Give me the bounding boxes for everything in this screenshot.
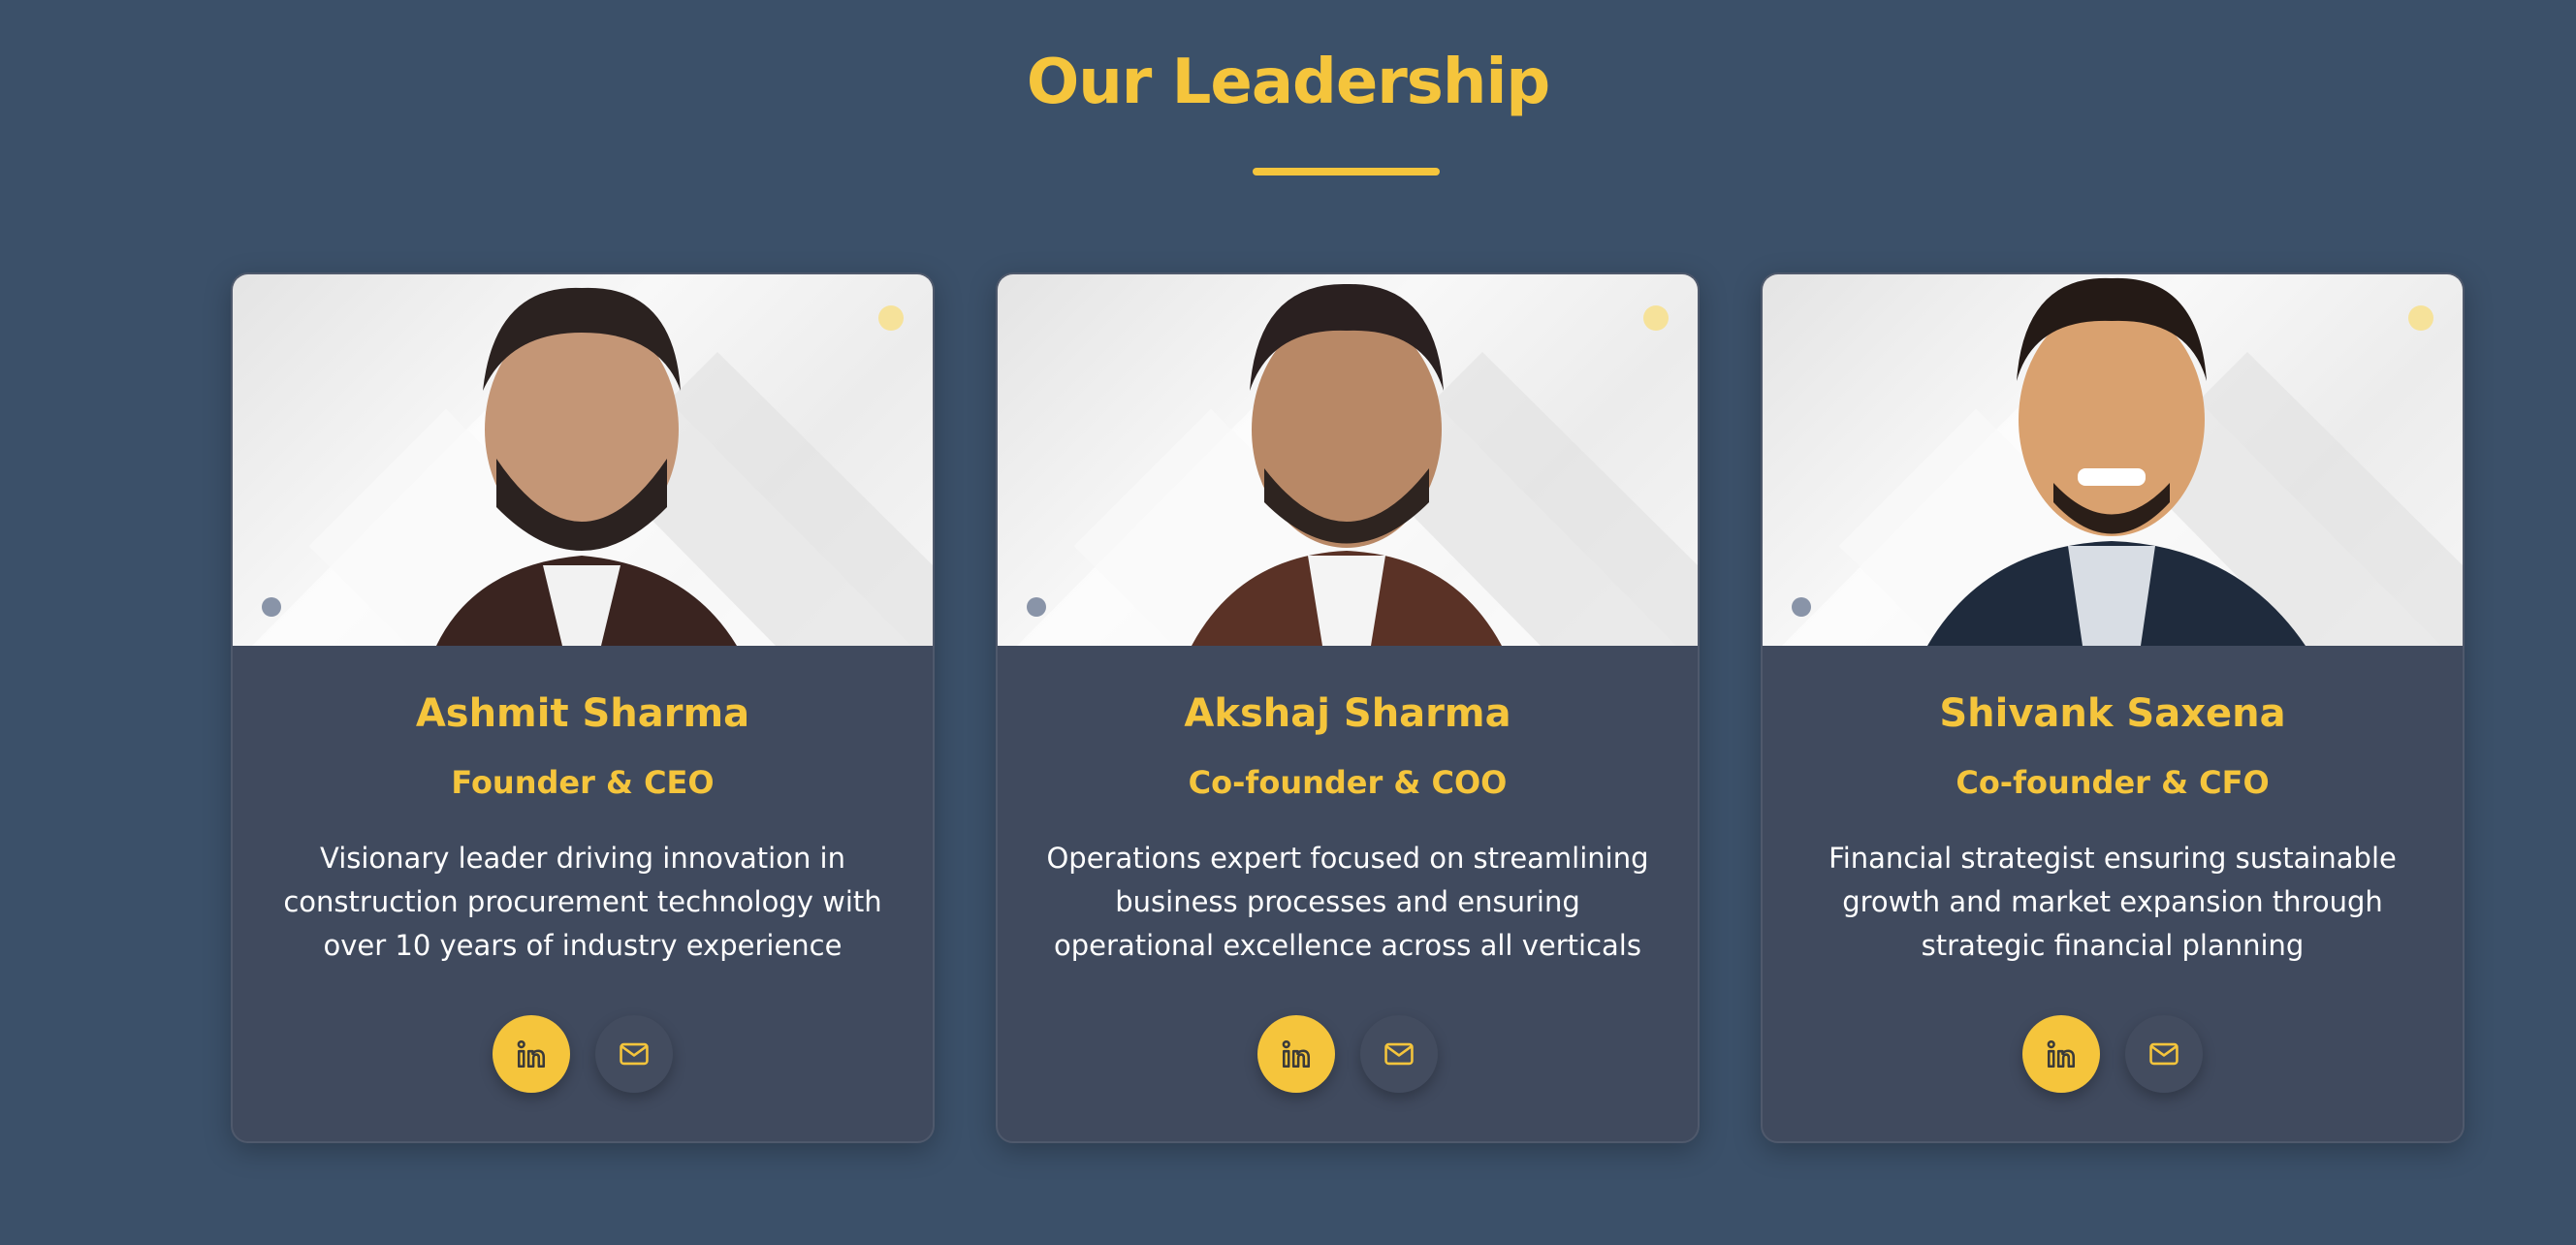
mail-icon bbox=[2149, 1042, 2178, 1066]
decorative-dot bbox=[1792, 597, 1811, 617]
title-underline bbox=[1253, 168, 1440, 176]
section-title: Our Leadership bbox=[1026, 47, 1550, 118]
leader-photo bbox=[998, 274, 1698, 646]
leader-name: Akshaj Sharma bbox=[1184, 691, 1511, 736]
decorative-dot bbox=[1643, 305, 1669, 331]
email-button[interactable] bbox=[2125, 1015, 2203, 1093]
decorative-dot bbox=[878, 305, 904, 331]
leader-card-shivank: Shivank Saxena Co-founder & CFO Financia… bbox=[1761, 272, 2465, 1143]
decorative-dot bbox=[2408, 305, 2433, 331]
leader-photo bbox=[1763, 274, 2463, 646]
leader-description: Financial strategist ensuring sustainabl… bbox=[1829, 842, 2397, 962]
linkedin-button[interactable] bbox=[493, 1015, 570, 1093]
leader-role: Co-founder & CFO bbox=[1956, 764, 2270, 801]
leader-name: Ashmit Sharma bbox=[415, 691, 750, 736]
linkedin-button[interactable] bbox=[2022, 1015, 2100, 1093]
leader-role: Founder & CEO bbox=[451, 764, 715, 801]
decorative-dot bbox=[262, 597, 281, 617]
email-button[interactable] bbox=[595, 1015, 673, 1093]
linkedin-button[interactable] bbox=[1257, 1015, 1335, 1093]
email-button[interactable] bbox=[1360, 1015, 1438, 1093]
linkedin-icon bbox=[1282, 1039, 1311, 1069]
leader-role: Co-founder & COO bbox=[1188, 764, 1508, 801]
linkedin-icon bbox=[517, 1039, 546, 1069]
leader-description: Operations expert focused on streamlinin… bbox=[1046, 842, 1649, 962]
leader-photo bbox=[233, 274, 933, 646]
mail-icon bbox=[620, 1042, 649, 1066]
leader-card-akshaj: Akshaj Sharma Co-founder & COO Operation… bbox=[996, 272, 1700, 1143]
leader-card-ashmit: Ashmit Sharma Founder & CEO Visionary le… bbox=[231, 272, 935, 1143]
linkedin-icon bbox=[2047, 1039, 2076, 1069]
mail-icon bbox=[1384, 1042, 1414, 1066]
leader-name: Shivank Saxena bbox=[1939, 691, 2286, 736]
leader-description: Visionary leader driving innovation in c… bbox=[283, 842, 882, 962]
decorative-dot bbox=[1027, 597, 1046, 617]
